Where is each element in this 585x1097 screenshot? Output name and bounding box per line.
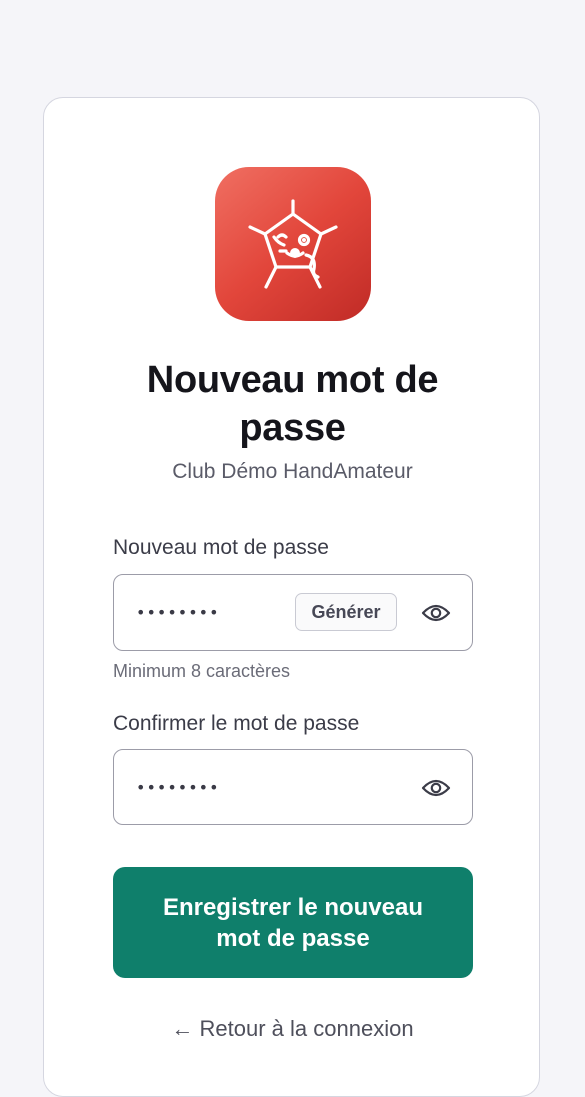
page-title: Nouveau mot de passe [146,359,439,449]
password-hint: Minimum 8 caractères [113,661,291,681]
confirm-password-field [113,749,473,825]
new-password-label: Nouveau mot de passe [113,536,329,559]
generate-password-button[interactable]: Générer [295,593,397,631]
app-logo [215,167,371,321]
toggle-visibility-button[interactable] [420,597,452,629]
new-password-field: Générer [113,574,473,651]
toggle-confirm-visibility-button[interactable] [420,772,452,804]
confirm-password-input[interactable] [136,770,286,804]
back-to-login-link[interactable]: ← Retour à la connexion [44,1016,541,1042]
eye-icon [421,604,451,622]
club-name: Club Démo HandAmateur [172,460,413,483]
spider-web-mascot-icon [248,199,338,289]
confirm-password-label: Confirmer le mot de passe [113,712,360,735]
save-new-password-button[interactable]: Enregistrer le nouveau mot de passe [113,867,473,978]
new-password-input[interactable] [136,595,286,629]
reset-password-card: Nouveau mot de passe Club Démo HandAmate… [43,97,540,1097]
eye-icon [421,779,451,797]
